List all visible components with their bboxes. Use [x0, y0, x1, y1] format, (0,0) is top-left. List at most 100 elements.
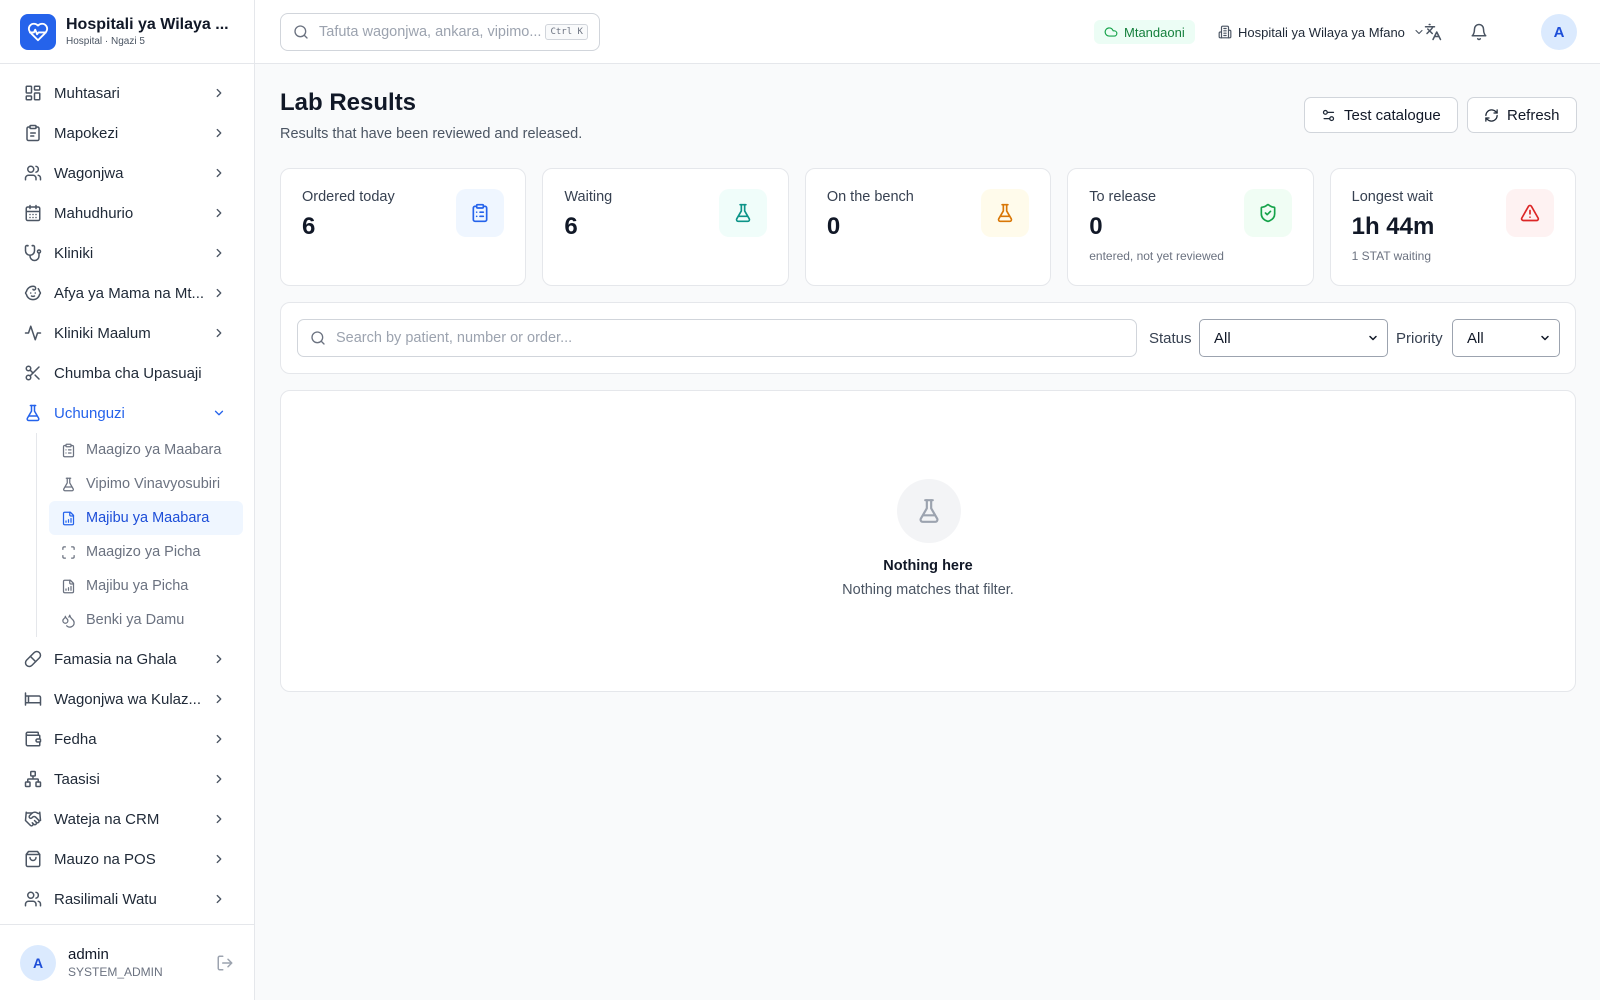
- sidebar-item-taasisi[interactable]: Taasisi: [0, 759, 254, 799]
- priority-filter-select[interactable]: All: [1452, 319, 1560, 357]
- subitem-vipimo-vinavyosubiri[interactable]: Vipimo Vinavyosubiri: [49, 467, 243, 501]
- sidebar-item-mahudhurio[interactable]: Mahudhurio: [0, 193, 254, 233]
- chevron-right-icon: [216, 128, 222, 138]
- translate-icon: [1424, 23, 1442, 41]
- sidebar-item-chumba-upasuaji[interactable]: Chumba cha Upasuaji: [0, 353, 254, 393]
- sidebar-item-wateja-crm[interactable]: Wateja na CRM: [0, 799, 254, 839]
- status-filter-value: All: [1214, 329, 1231, 347]
- test-catalogue-button[interactable]: Test catalogue: [1304, 97, 1458, 133]
- pill-icon: [24, 650, 42, 668]
- calendar-icon: [25, 204, 41, 222]
- sidebar-item-label: Rasilimali Watu: [54, 890, 157, 908]
- subitem-majibu-maabara[interactable]: Majibu ya Maabara: [49, 501, 243, 535]
- stethoscope-icon: [24, 244, 42, 262]
- page-title: Lab Results: [280, 89, 417, 116]
- subitem-label: Maagizo ya Picha: [86, 544, 201, 560]
- clipboard-list-icon: [456, 189, 505, 237]
- sidebar-item-label: Muhtasari: [54, 84, 120, 102]
- heart-logo-icon: [20, 13, 56, 50]
- file-chart-icon: [62, 579, 75, 593]
- status-filter-select[interactable]: All: [1199, 319, 1388, 357]
- sidebar-item-wagonjwa-kulazwa[interactable]: Wagonjwa wa Kulaz...: [0, 679, 254, 719]
- stat-card-waiting: Waiting 6: [542, 168, 789, 286]
- chevron-right-icon: [216, 694, 222, 704]
- results-panel: Nothing here Nothing matches that filter…: [280, 390, 1576, 692]
- test-catalogue-label: Test catalogue: [1344, 106, 1441, 124]
- subitem-majibu-picha[interactable]: Majibu ya Picha: [49, 569, 243, 603]
- facility-name: Hospitali ya Wilaya ya Mfano: [1238, 24, 1405, 40]
- user-name: admin: [68, 946, 109, 963]
- sidebar-item-label: Taasisi: [54, 770, 100, 788]
- chevron-right-icon: [216, 288, 222, 298]
- priority-filter-value: All: [1467, 329, 1484, 347]
- cloud-icon: [1104, 27, 1118, 37]
- filter-bar: Search by patient, number or order... St…: [280, 302, 1576, 374]
- chevron-right-icon: [216, 88, 222, 98]
- sidebar-item-muhtasari[interactable]: Muhtasari: [0, 73, 254, 113]
- chevron-right-icon: [216, 814, 222, 824]
- shortcut-hint: Ctrl K: [545, 24, 588, 40]
- page-subtitle: Results that have been reviewed and rele…: [280, 126, 583, 142]
- sidebar-item-wagonjwa[interactable]: Wagonjwa: [0, 153, 254, 193]
- sidebar-item-kliniki-maalum[interactable]: Kliniki Maalum: [0, 313, 254, 353]
- subitem-label: Majibu ya Maabara: [86, 510, 210, 526]
- sidebar-item-kliniki[interactable]: Kliniki: [0, 233, 254, 273]
- subitem-maagizo-picha[interactable]: Maagizo ya Picha: [49, 535, 243, 569]
- notifications-button[interactable]: [1467, 20, 1491, 44]
- scan-icon: [62, 545, 75, 559]
- sidebar-item-label: Famasia na Ghala: [54, 650, 177, 668]
- logout-icon[interactable]: [216, 954, 234, 972]
- sidebar-item-mapokezi[interactable]: Mapokezi: [0, 113, 254, 153]
- bell-icon: [1471, 23, 1487, 41]
- chevron-down-icon: [1541, 335, 1549, 341]
- network-icon: [24, 770, 42, 788]
- language-button[interactable]: [1421, 20, 1445, 44]
- status-filter-label: Status: [1149, 330, 1192, 347]
- sidebar-item-label: Mapokezi: [54, 124, 119, 142]
- sidebar-item-label: Mauzo na POS: [54, 850, 156, 868]
- chevron-down-icon: [214, 410, 224, 416]
- refresh-button[interactable]: Refresh: [1467, 97, 1577, 133]
- sidebar-item-label: Uchunguzi: [54, 404, 125, 422]
- search-icon: [294, 25, 308, 39]
- sidebar-item-rasilimali-watu[interactable]: Rasilimali Watu: [0, 879, 254, 919]
- stat-note: entered, not yet reviewed: [1089, 249, 1224, 263]
- stat-card-longest-wait: Longest wait 1h 44m 1 STAT waiting: [1329, 168, 1577, 286]
- subitem-label: Maagizo ya Maabara: [86, 442, 222, 458]
- chevron-right-icon: [216, 774, 222, 784]
- sidebar-item-afya-mama[interactable]: Afya ya Mama na Mt...: [0, 273, 254, 313]
- chevron-down-icon: [1369, 335, 1377, 341]
- sidebar: Hospitali ya Wilaya ... Hospital · Ngazi…: [0, 0, 255, 1000]
- sidebar-item-famasia[interactable]: Famasia na Ghala: [0, 639, 254, 679]
- connection-status-label: Mtandaoni: [1124, 24, 1185, 40]
- header-avatar[interactable]: A: [1541, 14, 1577, 50]
- baby-icon: [24, 285, 42, 301]
- chevron-right-icon: [216, 734, 222, 744]
- chevron-right-icon: [216, 248, 222, 258]
- sidebar-item-fedha[interactable]: Fedha: [0, 719, 254, 759]
- results-search-placeholder: Search by patient, number or order...: [336, 330, 573, 346]
- chevron-right-icon: [216, 894, 222, 904]
- global-search-input[interactable]: Tafuta wagonjwa, ankara, vipimo... Ctrl …: [280, 13, 600, 51]
- brand: Hospitali ya Wilaya ... Hospital · Ngazi…: [0, 0, 254, 64]
- user-role: SYSTEM_ADMIN: [68, 965, 163, 979]
- empty-state-title: Nothing here: [883, 558, 973, 574]
- users-icon: [24, 165, 42, 181]
- global-search-placeholder: Tafuta wagonjwa, ankara, vipimo...: [319, 24, 542, 40]
- top-bar: Tafuta wagonjwa, ankara, vipimo... Ctrl …: [255, 0, 1600, 64]
- sidebar-item-label: Kliniki Maalum: [54, 324, 151, 342]
- sidebar-item-label: Wateja na CRM: [54, 810, 160, 828]
- results-search-input[interactable]: Search by patient, number or order...: [297, 319, 1137, 357]
- facility-selector[interactable]: Hospitali ya Wilaya ya Mfano: [1218, 20, 1425, 44]
- stat-note: 1 STAT waiting: [1351, 249, 1431, 263]
- droplets-icon: [62, 614, 75, 628]
- subitem-maagizo-maabara[interactable]: Maagizo ya Maabara: [49, 433, 243, 467]
- chevron-right-icon: [216, 854, 222, 864]
- subitem-benki-damu[interactable]: Benki ya Damu: [49, 603, 243, 637]
- sidebar-item-mauzo-pos[interactable]: Mauzo na POS: [0, 839, 254, 879]
- brand-subtitle: Hospital · Ngazi 5: [66, 36, 145, 47]
- wallet-icon: [25, 731, 42, 747]
- activity-icon: [24, 325, 42, 341]
- sidebar-item-uchunguzi[interactable]: Uchunguzi: [0, 393, 254, 433]
- user-avatar[interactable]: A: [20, 944, 56, 981]
